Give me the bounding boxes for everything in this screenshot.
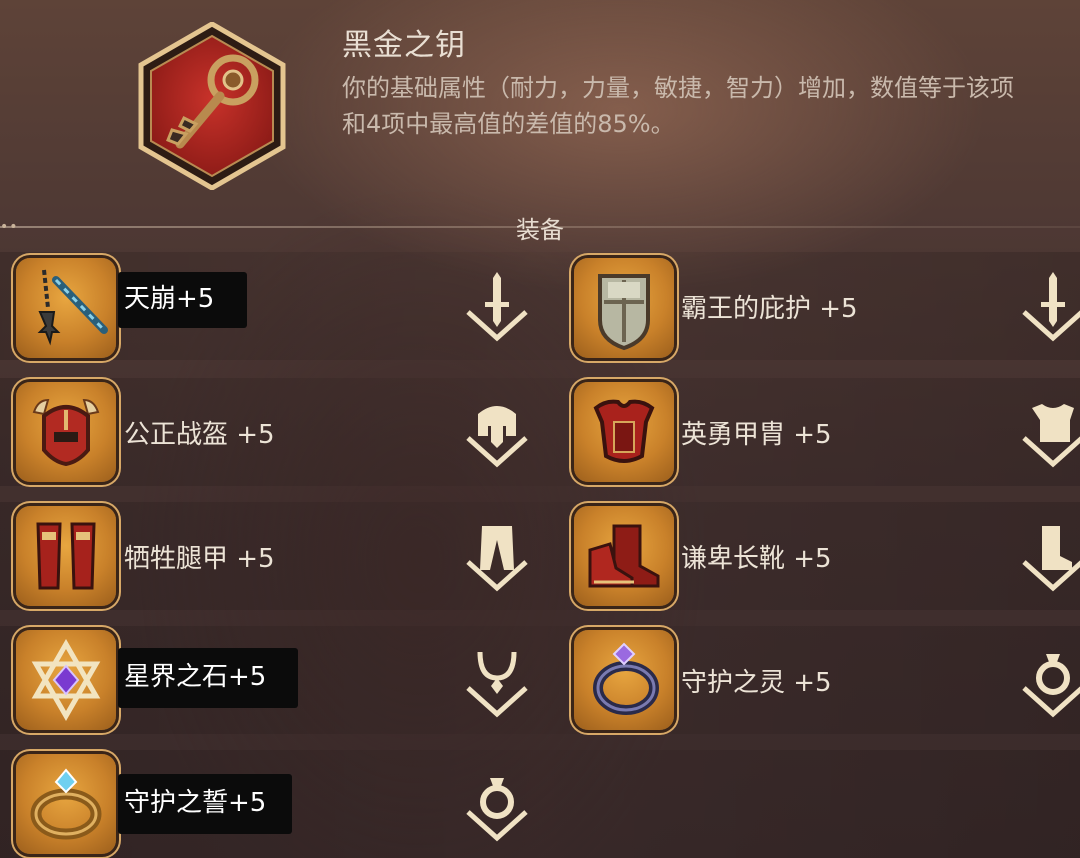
armor-icon [593,399,655,463]
sword-type-icon [466,272,528,342]
gem-ring-icon [30,768,102,840]
equipment-label: 霸王的庇护 +5 [681,294,858,324]
equipment-label: 守护之灵 +5 [681,668,832,698]
equipment-label: 英勇甲胄 +5 [681,420,832,450]
item-description: 你的基础属性（耐力，力量，敏捷，智力）增加，数值等于该项和4项中最高值的差值的8… [342,74,1014,138]
dark-ring-icon [593,642,659,715]
section-title-equipment: 装备 [516,216,564,244]
equipment-slot-xingjie[interactable] [16,630,116,730]
equipment-slot-xisheng[interactable] [16,506,116,606]
ring-type-icon [466,778,528,842]
boots-icon [588,524,660,588]
item-title: 黑金之钥 [342,28,466,63]
helmet-icon [32,398,100,467]
sword-type-icon [1022,272,1080,342]
ring-type-icon [1022,654,1080,718]
equipment-slot-gongzheng[interactable] [16,382,116,482]
helmet-type-icon [466,406,528,468]
equipment-slot-shouhu-ling[interactable] [574,630,674,730]
flail-icon [37,269,108,346]
equipment-slot-yingyong[interactable] [574,382,674,482]
hexagram-gem-icon [31,638,101,722]
equipment-label: 谦卑长靴 +5 [681,544,832,574]
equipment-slot-bawang[interactable] [574,258,674,358]
equipment-slot-tianbeng[interactable] [16,258,116,358]
chest-type-icon [1022,404,1080,468]
equipment-label: 牺牲腿甲 +5 [124,544,275,574]
boot-type-icon [1022,526,1080,592]
equipment-label: 天崩+5 [118,272,247,328]
shield-icon [598,274,650,351]
ornate-key-icon [138,22,286,190]
equipment-label: 公正战盔 +5 [124,420,275,450]
equipment-slot-shouhu-shi[interactable] [16,754,116,854]
equipment-slot-qianbei[interactable] [574,506,674,606]
necklace-type-icon [466,651,528,718]
greaves-icon [36,522,96,590]
equipment-label: 星界之石+5 [118,648,298,708]
equipment-label: 守护之誓+5 [118,774,292,834]
pants-type-icon [466,526,528,592]
